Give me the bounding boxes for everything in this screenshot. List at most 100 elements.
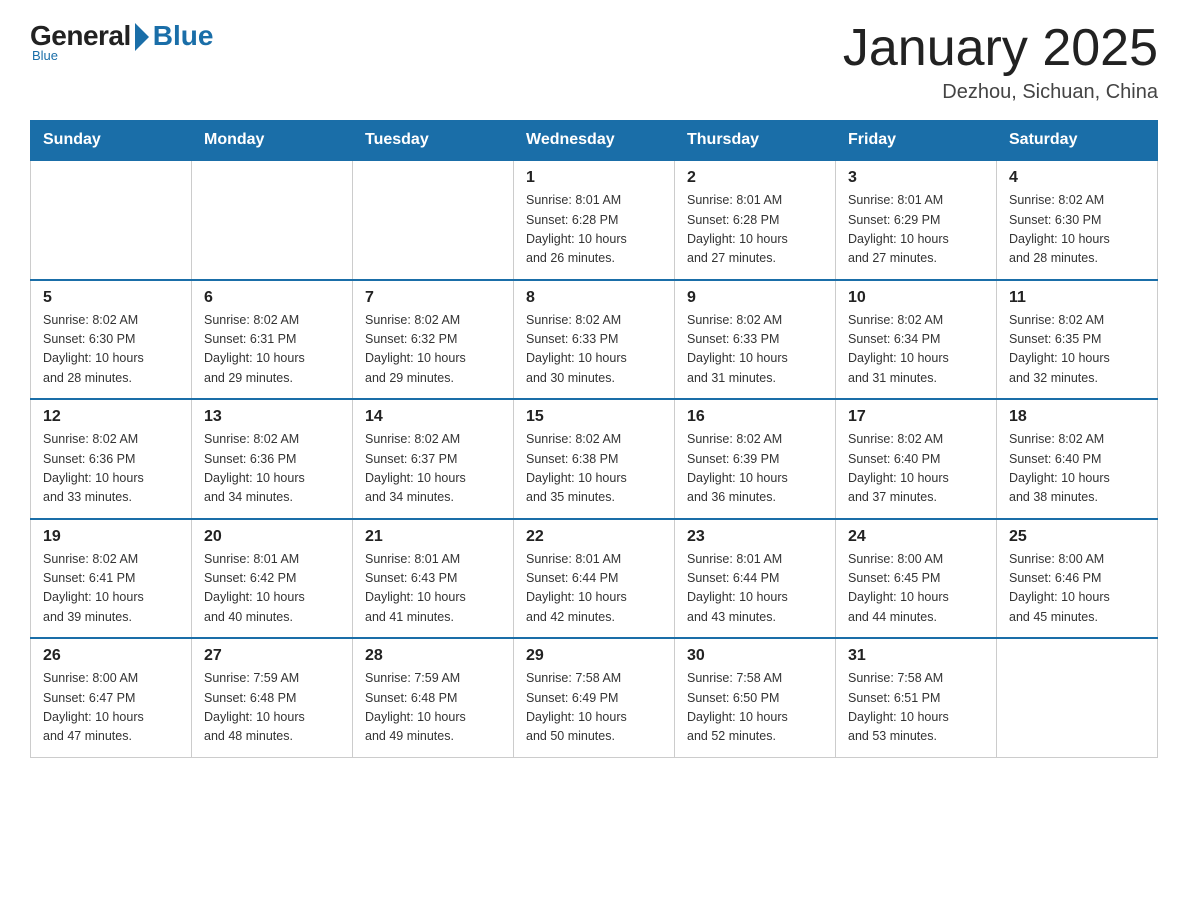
day-number: 20: [204, 528, 340, 546]
calendar-cell: 28 Sunrise: 7:59 AM Sunset: 6:48 PM Dayli…: [353, 638, 514, 757]
calendar-cell: 29 Sunrise: 7:58 AM Sunset: 6:49 PM Dayli…: [514, 638, 675, 757]
day-info: Sunrise: 8:02 AM Sunset: 6:36 PM Dayligh…: [204, 430, 340, 508]
day-info: Sunrise: 8:00 AM Sunset: 6:47 PM Dayligh…: [43, 669, 179, 747]
calendar-cell: 21 Sunrise: 8:01 AM Sunset: 6:43 PM Dayli…: [353, 519, 514, 639]
calendar-cell: 19 Sunrise: 8:02 AM Sunset: 6:41 PM Dayli…: [31, 519, 192, 639]
day-info: Sunrise: 8:02 AM Sunset: 6:33 PM Dayligh…: [687, 311, 823, 389]
calendar-cell: 18Sunrise: 8:02 AM Sunset: 6:40 PM Dayli…: [997, 399, 1158, 519]
day-info: Sunrise: 8:02 AM Sunset: 6:30 PM Dayligh…: [43, 311, 179, 389]
day-info: Sunrise: 8:02 AM Sunset: 6:31 PM Dayligh…: [204, 311, 340, 389]
calendar-cell: 24 Sunrise: 8:00 AM Sunset: 6:45 PM Dayli…: [836, 519, 997, 639]
weekday-header-thursday: Thursday: [675, 121, 836, 161]
day-number: 30: [687, 647, 823, 665]
day-number: 31: [848, 647, 984, 665]
day-number: 1: [526, 169, 662, 187]
calendar-cell: [192, 160, 353, 280]
calendar-cell: 3Sunrise: 8:01 AM Sunset: 6:29 PM Daylig…: [836, 160, 997, 280]
calendar-cell: 30 Sunrise: 7:58 AM Sunset: 6:50 PM Dayli…: [675, 638, 836, 757]
calendar-cell: 23 Sunrise: 8:01 AM Sunset: 6:44 PM Dayli…: [675, 519, 836, 639]
day-number: 4: [1009, 169, 1145, 187]
day-number: 14: [365, 408, 501, 426]
day-info: Sunrise: 8:01 AM Sunset: 6:44 PM Dayligh…: [687, 550, 823, 628]
day-info: Sunrise: 8:02 AM Sunset: 6:32 PM Dayligh…: [365, 311, 501, 389]
day-info: Sunrise: 8:02 AM Sunset: 6:35 PM Dayligh…: [1009, 311, 1145, 389]
weekday-header-saturday: Saturday: [997, 121, 1158, 161]
day-info: Sunrise: 7:58 AM Sunset: 6:50 PM Dayligh…: [687, 669, 823, 747]
month-title: January 2025: [843, 20, 1158, 77]
day-number: 10: [848, 289, 984, 307]
day-number: 26: [43, 647, 179, 665]
calendar-cell: 2 Sunrise: 8:01 AM Sunset: 6:28 PM Daylig…: [675, 160, 836, 280]
calendar-cell: 14 Sunrise: 8:02 AM Sunset: 6:37 PM Dayli…: [353, 399, 514, 519]
calendar-cell: 17Sunrise: 8:02 AM Sunset: 6:40 PM Dayli…: [836, 399, 997, 519]
week-row-4: 19 Sunrise: 8:02 AM Sunset: 6:41 PM Dayli…: [31, 519, 1158, 639]
day-info: Sunrise: 8:01 AM Sunset: 6:29 PM Dayligh…: [848, 191, 984, 269]
calendar-cell: 4 Sunrise: 8:02 AM Sunset: 6:30 PM Daylig…: [997, 160, 1158, 280]
day-info: Sunrise: 8:02 AM Sunset: 6:38 PM Dayligh…: [526, 430, 662, 508]
title-block: January 2025 Dezhou, Sichuan, China: [843, 20, 1158, 104]
day-number: 29: [526, 647, 662, 665]
day-number: 24: [848, 528, 984, 546]
day-number: 6: [204, 289, 340, 307]
calendar-cell: 25Sunrise: 8:00 AM Sunset: 6:46 PM Dayli…: [997, 519, 1158, 639]
calendar-cell: 5Sunrise: 8:02 AM Sunset: 6:30 PM Daylig…: [31, 280, 192, 400]
weekday-header-tuesday: Tuesday: [353, 121, 514, 161]
day-number: 21: [365, 528, 501, 546]
day-info: Sunrise: 8:01 AM Sunset: 6:44 PM Dayligh…: [526, 550, 662, 628]
calendar-cell: 27Sunrise: 7:59 AM Sunset: 6:48 PM Dayli…: [192, 638, 353, 757]
day-number: 7: [365, 289, 501, 307]
calendar-cell: 8 Sunrise: 8:02 AM Sunset: 6:33 PM Daylig…: [514, 280, 675, 400]
week-row-2: 5Sunrise: 8:02 AM Sunset: 6:30 PM Daylig…: [31, 280, 1158, 400]
day-info: Sunrise: 7:58 AM Sunset: 6:49 PM Dayligh…: [526, 669, 662, 747]
calendar-cell: [353, 160, 514, 280]
day-info: Sunrise: 8:01 AM Sunset: 6:43 PM Dayligh…: [365, 550, 501, 628]
calendar-cell: 20 Sunrise: 8:01 AM Sunset: 6:42 PM Dayli…: [192, 519, 353, 639]
day-number: 2: [687, 169, 823, 187]
day-number: 13: [204, 408, 340, 426]
day-number: 12: [43, 408, 179, 426]
day-number: 22: [526, 528, 662, 546]
day-info: Sunrise: 8:02 AM Sunset: 6:39 PM Dayligh…: [687, 430, 823, 508]
day-info: Sunrise: 8:02 AM Sunset: 6:30 PM Dayligh…: [1009, 191, 1145, 269]
day-number: 15: [526, 408, 662, 426]
logo-subtitle: Blue: [32, 48, 58, 63]
day-info: Sunrise: 8:01 AM Sunset: 6:28 PM Dayligh…: [526, 191, 662, 269]
day-number: 28: [365, 647, 501, 665]
calendar-cell: [997, 638, 1158, 757]
calendar-cell: 22 Sunrise: 8:01 AM Sunset: 6:44 PM Dayli…: [514, 519, 675, 639]
week-row-5: 26 Sunrise: 8:00 AM Sunset: 6:47 PM Dayli…: [31, 638, 1158, 757]
calendar-cell: 1 Sunrise: 8:01 AM Sunset: 6:28 PM Daylig…: [514, 160, 675, 280]
weekday-header-sunday: Sunday: [31, 121, 192, 161]
weekday-header-friday: Friday: [836, 121, 997, 161]
logo-blue-text: Blue: [153, 20, 214, 52]
week-row-1: 1 Sunrise: 8:01 AM Sunset: 6:28 PM Daylig…: [31, 160, 1158, 280]
day-number: 27: [204, 647, 340, 665]
day-number: 23: [687, 528, 823, 546]
day-number: 16: [687, 408, 823, 426]
day-info: Sunrise: 8:01 AM Sunset: 6:42 PM Dayligh…: [204, 550, 340, 628]
day-info: Sunrise: 8:02 AM Sunset: 6:34 PM Dayligh…: [848, 311, 984, 389]
day-info: Sunrise: 8:00 AM Sunset: 6:45 PM Dayligh…: [848, 550, 984, 628]
page-header: General Blue Blue January 2025 Dezhou, S…: [30, 20, 1158, 104]
day-info: Sunrise: 8:02 AM Sunset: 6:41 PM Dayligh…: [43, 550, 179, 628]
calendar-cell: [31, 160, 192, 280]
day-info: Sunrise: 7:59 AM Sunset: 6:48 PM Dayligh…: [365, 669, 501, 747]
calendar-table: SundayMondayTuesdayWednesdayThursdayFrid…: [30, 120, 1158, 758]
calendar-cell: 13 Sunrise: 8:02 AM Sunset: 6:36 PM Dayli…: [192, 399, 353, 519]
calendar-cell: 10 Sunrise: 8:02 AM Sunset: 6:34 PM Dayli…: [836, 280, 997, 400]
calendar-cell: 26 Sunrise: 8:00 AM Sunset: 6:47 PM Dayli…: [31, 638, 192, 757]
day-number: 25: [1009, 528, 1145, 546]
logo-arrow-icon: [135, 23, 149, 51]
day-number: 8: [526, 289, 662, 307]
day-info: Sunrise: 8:01 AM Sunset: 6:28 PM Dayligh…: [687, 191, 823, 269]
day-number: 17: [848, 408, 984, 426]
day-info: Sunrise: 8:02 AM Sunset: 6:33 PM Dayligh…: [526, 311, 662, 389]
day-info: Sunrise: 7:58 AM Sunset: 6:51 PM Dayligh…: [848, 669, 984, 747]
day-info: Sunrise: 8:02 AM Sunset: 6:37 PM Dayligh…: [365, 430, 501, 508]
day-number: 19: [43, 528, 179, 546]
calendar-cell: 16 Sunrise: 8:02 AM Sunset: 6:39 PM Dayli…: [675, 399, 836, 519]
day-number: 18: [1009, 408, 1145, 426]
calendar-cell: 6 Sunrise: 8:02 AM Sunset: 6:31 PM Daylig…: [192, 280, 353, 400]
day-number: 11: [1009, 289, 1145, 307]
weekday-header-row: SundayMondayTuesdayWednesdayThursdayFrid…: [31, 121, 1158, 161]
